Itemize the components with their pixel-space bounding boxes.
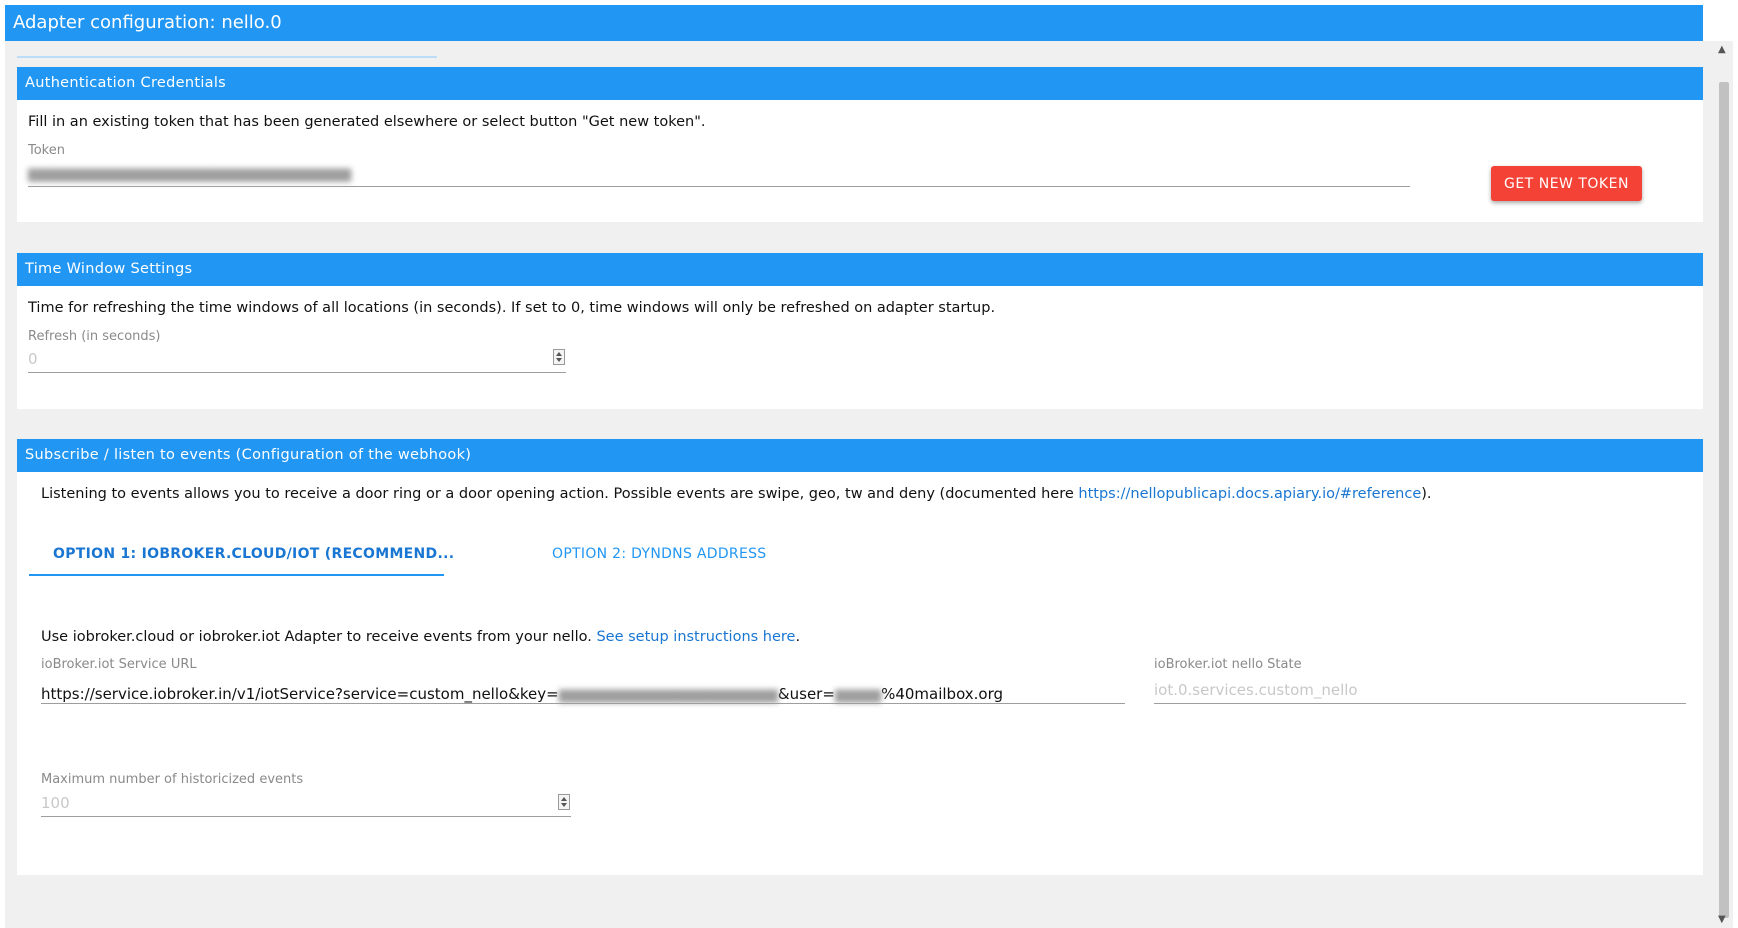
config-content[interactable]: Authentication Credentials Fill in an ex… [5,41,1715,928]
refresh-spinner-icon[interactable] [553,349,565,365]
auth-panel: Authentication Credentials Fill in an ex… [17,67,1703,222]
setup-instructions-link[interactable]: See setup instructions here [596,629,795,645]
scrollbar-thumb[interactable] [1719,82,1729,918]
timewindow-panel: Time Window Settings Time for refreshing… [17,253,1703,409]
timewindow-panel-header: Time Window Settings [17,253,1703,286]
scroll-up-icon[interactable]: ▲ [1718,44,1726,55]
events-description-end: ). [1421,486,1432,502]
service-url-key-obscured: ▆▆▆▆▆▆▆▆▆▆▆▆▆▆▆▆▆▆▆ [558,685,778,703]
max-events-input[interactable] [41,789,571,817]
auth-panel-header: Authentication Credentials [17,67,1703,100]
auth-description: Fill in an existing token that has been … [28,114,706,130]
token-label: Token [28,143,65,158]
scroll-down-icon[interactable]: ▼ [1718,914,1726,925]
service-url-base: https://service.iobroker.in/v1/iotServic… [41,685,559,703]
option1-description-text: Use iobroker.cloud or iobroker.iot Adapt… [41,629,597,645]
get-new-token-button[interactable]: GET NEW TOKEN [1491,166,1642,201]
service-url-user-obscured: ▆▆▆▆ [834,685,882,703]
service-url-label: ioBroker.iot Service URL [41,657,197,672]
option1-description-end: . [795,629,801,645]
events-panel-header: Subscribe / listen to events (Configurat… [17,439,1703,472]
tab-option2-dyndns[interactable]: OPTION 2: DYNDNS ADDRESS [552,546,766,562]
option1-description: Use iobroker.cloud or iobroker.iot Adapt… [41,629,800,645]
tab-option1-iot[interactable]: OPTION 1: IOBROKER.CLOUD/IOT (RECOMMEND.… [53,546,454,562]
nello-state-input[interactable] [1154,676,1686,704]
nello-state-label: ioBroker.iot nello State [1154,657,1302,672]
service-url-user-param: &user= [777,685,835,703]
token-value-obscured: ▆▆▆▆▆▆▆▆▆▆▆▆▆▆▆▆▆▆▆▆▆▆▆▆▆▆▆▆ [28,164,351,182]
timewindow-description: Time for refreshing the time windows of … [28,300,996,316]
max-events-label: Maximum number of historicized events [41,772,304,787]
service-url-value: https://service.iobroker.in/v1/iotServic… [41,685,1003,703]
active-tab-underline [29,574,444,576]
events-panel: Subscribe / listen to events (Configurat… [17,439,1703,875]
apiary-docs-link[interactable]: https://nellopublicapi.docs.apiary.io/#r… [1078,486,1421,502]
refresh-label: Refresh (in seconds) [28,329,161,344]
window-title: Adapter configuration: nello.0 [5,5,1703,41]
app-window: Adapter configuration: nello.0 Authentic… [0,0,1738,928]
tab-indicator-remnant [17,56,437,58]
refresh-input[interactable] [28,345,566,373]
events-description: Listening to events allows you to receiv… [41,486,1432,502]
service-url-domain: %40mailbox.org [881,685,1004,703]
events-description-text: Listening to events allows you to receiv… [41,486,1079,502]
max-events-spinner-icon[interactable] [558,794,570,810]
